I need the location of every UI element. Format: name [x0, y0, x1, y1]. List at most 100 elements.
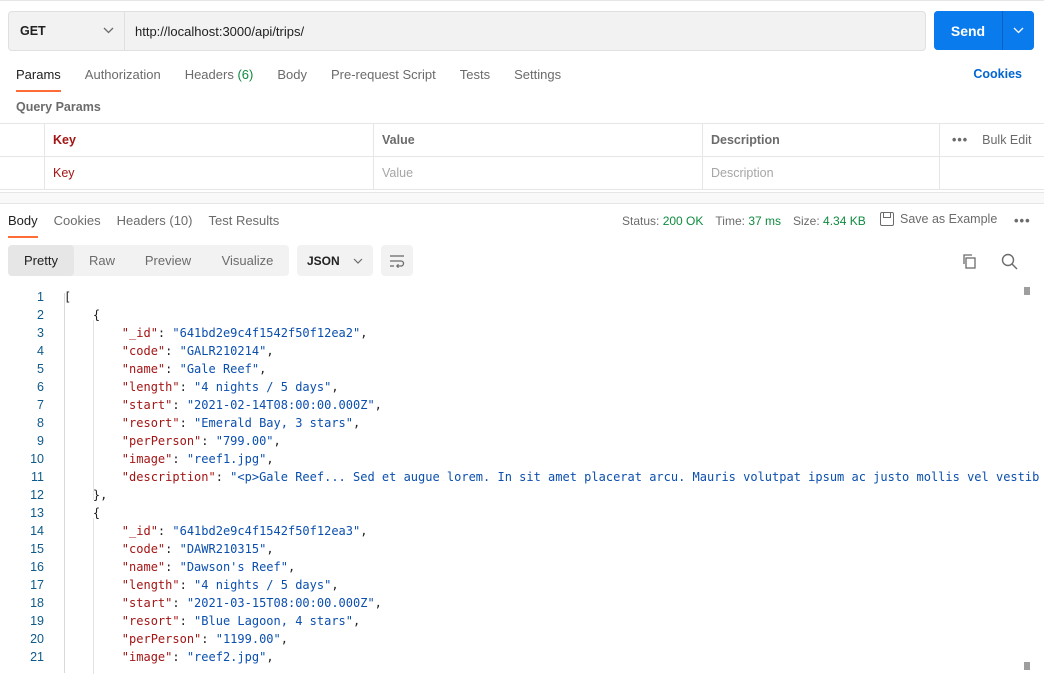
- headers-count-badge: (6): [237, 67, 254, 82]
- copy-button[interactable]: [958, 250, 980, 272]
- query-params-title: Query Params: [16, 100, 101, 114]
- tab-response-body[interactable]: Body: [8, 208, 38, 238]
- tab-label: Tests: [459, 67, 491, 82]
- line-number: 17: [30, 578, 44, 592]
- code-text: "perPerson": "799.00",: [121, 434, 281, 448]
- tab-test-results[interactable]: Test Results: [208, 208, 279, 238]
- tab-settings[interactable]: Settings: [514, 62, 561, 92]
- view-preview-button[interactable]: Preview: [130, 245, 206, 276]
- code-line: 17 "length": "4 nights / 5 days",: [0, 576, 1044, 594]
- size-info[interactable]: Size: 4.34 KB: [793, 214, 866, 228]
- send-options-button[interactable]: [1002, 11, 1034, 50]
- tab-label: Params: [16, 67, 61, 82]
- tab-label: Authorization: [84, 67, 161, 82]
- param-description-input[interactable]: Description: [703, 157, 940, 189]
- code-text: "name": "Dawson's Reef",: [121, 560, 296, 574]
- code-text: [: [64, 290, 72, 304]
- tab-label: Headers: [184, 67, 234, 82]
- url-input[interactable]: [125, 12, 925, 50]
- column-header-value: Value: [374, 124, 703, 156]
- view-pretty-button[interactable]: Pretty: [8, 245, 74, 276]
- save-as-example-label: Save as Example: [900, 212, 998, 226]
- column-header-key: Key: [45, 124, 374, 156]
- line-number: 20: [30, 632, 44, 646]
- chevron-down-icon: [353, 255, 363, 267]
- size-value: 4.34 KB: [823, 214, 866, 228]
- line-number: 15: [30, 542, 44, 556]
- line-number: 11: [31, 470, 44, 484]
- table-actions: ••• Bulk Edit: [940, 124, 1044, 156]
- more-options-icon[interactable]: •••: [952, 133, 968, 147]
- code-line: 3 "_id": "641bd2e9c4f1542f50f12ea2",: [0, 324, 1044, 342]
- response-tabs: Body Cookies Headers (10) Test Results: [8, 208, 295, 238]
- line-number: 1: [37, 290, 44, 304]
- view-raw-button[interactable]: Raw: [74, 245, 130, 276]
- more-options-icon[interactable]: •••: [1014, 213, 1031, 228]
- code-line: 13 {: [0, 504, 1044, 522]
- line-number: 14: [30, 524, 44, 538]
- bulk-edit-button[interactable]: Bulk Edit: [982, 133, 1031, 147]
- time-value: 37 ms: [748, 214, 781, 228]
- line-number: 6: [37, 380, 44, 394]
- format-select[interactable]: JSON: [297, 245, 373, 276]
- code-line: 18 "start": "2021-03-15T08:00:00.000Z",: [0, 594, 1044, 612]
- format-label: JSON: [307, 253, 340, 268]
- tab-authorization[interactable]: Authorization: [85, 62, 161, 92]
- send-button-group: Send: [934, 11, 1034, 50]
- code-text: "image": "reef1.jpg",: [121, 452, 274, 466]
- wrap-lines-button[interactable]: [381, 245, 413, 276]
- code-line: 16 "name": "Dawson's Reef",: [0, 558, 1044, 576]
- search-button[interactable]: [998, 250, 1020, 272]
- table-header-row: Key Value Description ••• Bulk Edit: [0, 124, 1044, 157]
- search-icon: [1001, 253, 1017, 269]
- code-text: "length": "4 nights / 5 days",: [121, 578, 339, 592]
- tab-params[interactable]: Params: [16, 62, 61, 92]
- code-line: 10 "image": "reef1.jpg",: [0, 450, 1044, 468]
- cookies-link[interactable]: Cookies: [973, 67, 1022, 81]
- status-label: Status:: [622, 214, 660, 228]
- code-line: 6 "length": "4 nights / 5 days",: [0, 378, 1044, 396]
- vertical-scrollbar[interactable]: [1024, 287, 1031, 670]
- tab-body[interactable]: Body: [277, 62, 307, 92]
- scroll-down-arrow[interactable]: [1024, 662, 1030, 670]
- tab-label: Pre-request Script: [330, 67, 436, 82]
- size-label: Size:: [793, 214, 820, 228]
- save-icon: [880, 212, 894, 226]
- code-line: 15 "code": "DAWR210315",: [0, 540, 1044, 558]
- line-number: 18: [30, 596, 44, 610]
- tab-tests[interactable]: Tests: [460, 62, 490, 92]
- indent-guide: [93, 320, 94, 500]
- status-info[interactable]: Status: 200 OK: [622, 214, 703, 228]
- code-line: 21 "image": "reef2.jpg",: [0, 648, 1044, 666]
- tab-response-cookies[interactable]: Cookies: [54, 208, 101, 238]
- save-as-example-button[interactable]: Save as Example: [880, 212, 997, 226]
- column-header-description: Description: [703, 124, 940, 156]
- code-line: 20 "perPerson": "1199.00",: [0, 630, 1044, 648]
- indent-guide: [64, 293, 65, 673]
- param-value-input[interactable]: Value: [374, 157, 703, 189]
- method-select[interactable]: GET: [9, 12, 125, 50]
- code-line: 12 },: [0, 486, 1044, 504]
- tab-pre-request-script[interactable]: Pre-request Script: [331, 62, 436, 92]
- table-row: Key Value Description: [0, 157, 1044, 190]
- line-number: 9: [37, 434, 44, 448]
- code-line: 5 "name": "Gale Reef",: [0, 360, 1044, 378]
- line-number: 10: [30, 452, 44, 466]
- tab-headers[interactable]: Headers (6): [185, 62, 254, 92]
- chevron-down-icon: [1013, 27, 1024, 34]
- code-line: 11 "description": "<p>Gale Reef... Sed e…: [0, 468, 1044, 486]
- tab-response-headers[interactable]: Headers (10): [117, 208, 193, 238]
- response-divider[interactable]: [0, 192, 1044, 204]
- response-body-code[interactable]: 1[2 {3 "_id": "641bd2e9c4f1542f50f12ea2"…: [0, 287, 1044, 674]
- code-text: },: [64, 488, 108, 502]
- param-key-input[interactable]: Key: [45, 157, 374, 189]
- tab-label: Settings: [514, 67, 562, 82]
- checkbox-column: [0, 124, 45, 156]
- line-number: 2: [37, 308, 44, 322]
- view-visualize-button[interactable]: Visualize: [206, 245, 289, 276]
- status-badge: 200 OK: [662, 214, 704, 228]
- send-button[interactable]: Send: [934, 11, 1002, 50]
- scroll-up-arrow[interactable]: [1024, 287, 1030, 295]
- request-tabs: Params Authorization Headers (6) Body Pr…: [16, 62, 585, 92]
- time-info[interactable]: Time: 37 ms: [715, 214, 781, 228]
